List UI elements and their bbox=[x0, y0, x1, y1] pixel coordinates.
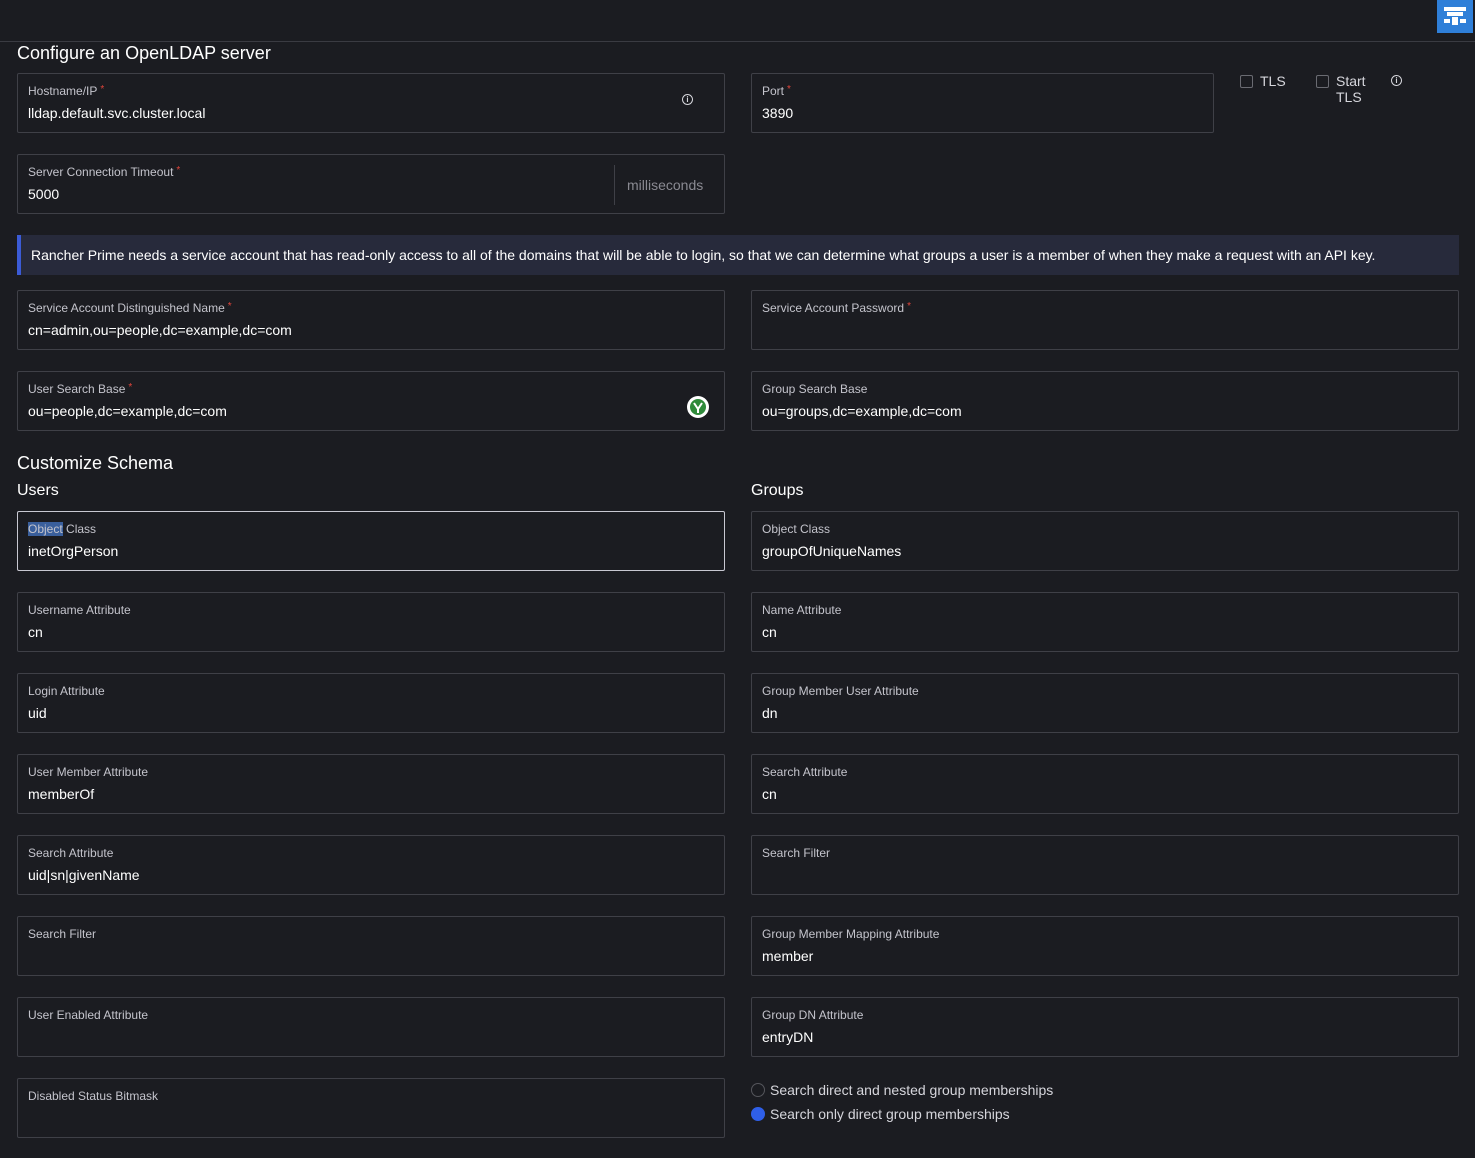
start-tls-checkbox-box[interactable] bbox=[1316, 75, 1329, 88]
user-search-attribute-label: Search Attribute bbox=[28, 846, 114, 860]
server-config-title: Configure an OpenLDAP server bbox=[17, 43, 271, 63]
login-attribute-field[interactable]: Login Attribute uid bbox=[17, 673, 725, 733]
login-attribute-value: uid bbox=[28, 705, 47, 721]
info-icon[interactable]: i bbox=[682, 94, 693, 105]
group-dn-attribute-field[interactable]: Group DN Attribute entryDN bbox=[751, 997, 1459, 1057]
username-attribute-field[interactable]: Username Attribute cn bbox=[17, 592, 725, 652]
group-name-attribute-label: Name Attribute bbox=[762, 603, 842, 617]
group-search-attribute-label: Search Attribute bbox=[762, 765, 848, 779]
user-enabled-attribute-label: User Enabled Attribute bbox=[28, 1008, 149, 1022]
tls-label: TLS bbox=[1260, 73, 1286, 89]
nested-memberships-radio[interactable]: Search direct and nested group membershi… bbox=[751, 1082, 1053, 1098]
port-label: Port * bbox=[762, 84, 791, 98]
hostname-value: lldap.default.svc.cluster.local bbox=[28, 105, 206, 121]
group-dn-attribute-label: Group DN Attribute bbox=[762, 1008, 864, 1022]
login-attribute-label: Login Attribute bbox=[28, 684, 105, 698]
port-field[interactable]: Port * 3890 bbox=[751, 73, 1214, 133]
group-dn-attribute-value: entryDN bbox=[762, 1029, 814, 1045]
timeout-label: Server Connection Timeout * bbox=[28, 165, 181, 179]
user-search-base-field[interactable]: User Search Base * ou=people,dc=example,d… bbox=[17, 371, 725, 431]
customize-schema-title: Customize Schema bbox=[17, 453, 174, 473]
group-search-attribute-value: cn bbox=[762, 786, 777, 802]
username-attribute-label: Username Attribute bbox=[28, 603, 131, 617]
timeout-field[interactable]: Server Connection Timeout * 5000 millisec… bbox=[17, 154, 725, 214]
group-object-class-field[interactable]: Object Class groupOfUniqueNames bbox=[751, 511, 1459, 571]
banner-text: Rancher Prime needs a service account th… bbox=[31, 247, 1376, 263]
timeout-unit-suffix: milliseconds bbox=[627, 177, 704, 193]
group-search-base-field[interactable]: Group Search Base ou=groups,dc=example,d… bbox=[751, 371, 1459, 431]
user-object-class-label: Object Class bbox=[28, 522, 97, 536]
user-object-class-field[interactable]: Object Class inetOrgPerson bbox=[17, 511, 725, 571]
tls-checkbox-box[interactable] bbox=[1240, 75, 1253, 88]
user-search-attribute-field[interactable]: Search Attribute uid|sn|givenName bbox=[17, 835, 725, 895]
user-object-class-value: inetOrgPerson bbox=[28, 543, 119, 559]
user-enabled-attribute-field[interactable]: User Enabled Attribute bbox=[17, 997, 725, 1057]
disabled-status-bitmask-field[interactable]: Disabled Status Bitmask bbox=[17, 1078, 725, 1138]
user-search-base-label: User Search Base * bbox=[28, 382, 133, 396]
start-tls-label: Start TLS bbox=[1336, 73, 1366, 105]
port-value: 3890 bbox=[762, 105, 794, 121]
group-search-base-label: Group Search Base bbox=[762, 382, 868, 396]
disabled-status-bitmask-label: Disabled Status Bitmask bbox=[28, 1089, 159, 1103]
username-attribute-value: cn bbox=[28, 624, 43, 640]
start-tls-checkbox[interactable]: Start TLS bbox=[1316, 73, 1366, 105]
group-member-user-attribute-field[interactable]: Group Member User Attribute dn bbox=[751, 673, 1459, 733]
groups-heading: Groups bbox=[751, 482, 804, 499]
group-member-mapping-attribute-field[interactable]: Group Member Mapping Attribute member bbox=[751, 916, 1459, 976]
group-name-attribute-value: cn bbox=[762, 624, 777, 640]
start-tls-info-icon[interactable]: i bbox=[1391, 75, 1402, 86]
group-name-attribute-field[interactable]: Name Attribute cn bbox=[751, 592, 1459, 652]
group-member-mapping-attribute-label: Group Member Mapping Attribute bbox=[762, 927, 940, 941]
top-bar bbox=[0, 0, 1475, 42]
user-search-attribute-value: uid|sn|givenName bbox=[28, 867, 140, 883]
user-search-base-value: ou=people,dc=example,dc=com bbox=[28, 403, 227, 419]
nested-memberships-label: Search direct and nested group membershi… bbox=[770, 1082, 1054, 1098]
tls-checkbox[interactable]: TLS bbox=[1240, 73, 1286, 89]
user-member-attribute-label: User Member Attribute bbox=[28, 765, 149, 779]
group-object-class-value: groupOfUniqueNames bbox=[762, 543, 902, 559]
user-search-filter-label: Search Filter bbox=[28, 927, 97, 941]
service-account-info-banner: Rancher Prime needs a service account th… bbox=[17, 235, 1459, 275]
timeout-value: 5000 bbox=[28, 186, 60, 202]
service-account-password-label: Service Account Password * bbox=[762, 301, 911, 315]
rancher-logo-icon[interactable] bbox=[1437, 0, 1473, 33]
direct-memberships-label: Search only direct group memberships bbox=[770, 1106, 1010, 1122]
group-member-mapping-attribute-value: member bbox=[762, 948, 814, 964]
users-heading: Users bbox=[17, 482, 59, 499]
direct-memberships-radio-dot[interactable] bbox=[751, 1107, 765, 1121]
hostname-label: Hostname/IP * bbox=[28, 84, 105, 98]
group-object-class-label: Object Class bbox=[762, 522, 831, 536]
password-manager-icon[interactable] bbox=[687, 396, 709, 418]
group-member-user-attribute-label: Group Member User Attribute bbox=[762, 684, 919, 698]
service-account-password-field[interactable]: Service Account Password * bbox=[751, 290, 1459, 350]
group-search-base-value: ou=groups,dc=example,dc=com bbox=[762, 403, 962, 419]
user-member-attribute-field[interactable]: User Member Attribute memberOf bbox=[17, 754, 725, 814]
group-search-filter-label: Search Filter bbox=[762, 846, 831, 860]
user-member-attribute-value: memberOf bbox=[28, 786, 95, 802]
nested-memberships-radio-dot[interactable] bbox=[751, 1083, 765, 1097]
service-account-dn-label: Service Account Distinguished Name * bbox=[28, 301, 232, 315]
direct-memberships-radio[interactable]: Search only direct group memberships bbox=[751, 1106, 1010, 1122]
service-account-dn-value: cn=admin,ou=people,dc=example,dc=com bbox=[28, 322, 292, 338]
group-search-attribute-field[interactable]: Search Attribute cn bbox=[751, 754, 1459, 814]
group-search-filter-field[interactable]: Search Filter bbox=[751, 835, 1459, 895]
suffix-divider bbox=[614, 165, 615, 205]
user-search-filter-field[interactable]: Search Filter bbox=[17, 916, 725, 976]
hostname-field[interactable]: Hostname/IP * lldap.default.svc.cluster.l… bbox=[17, 73, 725, 133]
service-account-dn-field[interactable]: Service Account Distinguished Name * cn=a… bbox=[17, 290, 725, 350]
group-member-user-attribute-value: dn bbox=[762, 705, 778, 721]
